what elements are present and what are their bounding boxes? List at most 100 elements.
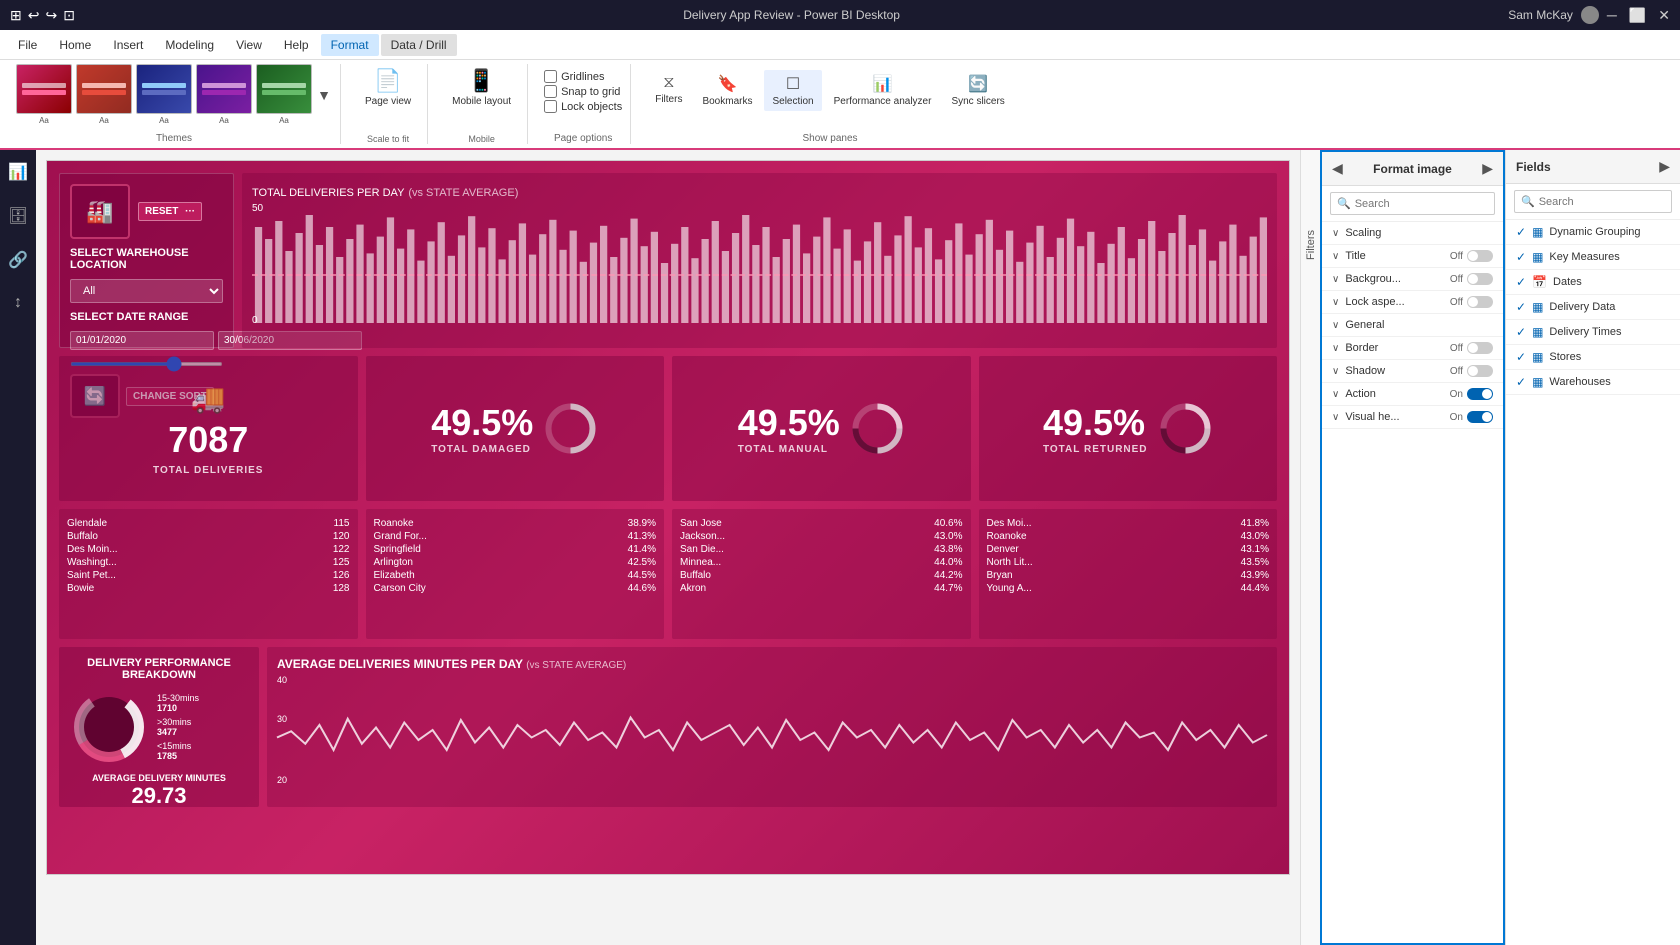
fields-item-warehouses[interactable]: ✓ ▦ Warehouses [1506,370,1680,395]
controls-panel: 🏭 RESET ··· SELECT WAREHOUSE LOCATION [59,173,234,348]
shadow-toggle-track[interactable] [1467,365,1493,377]
theme-more[interactable]: ▼ [316,64,332,125]
close-button[interactable]: ✕ [1658,7,1670,24]
window-controls[interactable]: ─ ⬜ ✕ [1607,7,1670,24]
fields-item-key-measures[interactable]: ✓ ▦ Key Measures [1506,245,1680,270]
page-view-button[interactable]: 📄 Page view [357,64,419,111]
theme-5[interactable]: Aa [256,64,312,125]
format-item-visual-header[interactable]: ∨ Visual he... On [1322,406,1503,429]
stores-label: Stores [1549,351,1581,363]
title-bar-right: Sam McKay ─ ⬜ ✕ [1508,6,1670,24]
stat-label-manual: TOTAL MANUAL [738,444,840,455]
lock-aspect-toggle[interactable]: Off [1450,296,1493,308]
main-area: 📊 🗄 🔗 ↕ 🏭 RE [0,150,1680,945]
restore-button[interactable]: ⬜ [1629,7,1646,24]
fields-item-delivery-data[interactable]: ✓ ▦ Delivery Data [1506,295,1680,320]
format-item-action[interactable]: ∨ Action On [1322,383,1503,406]
menu-help[interactable]: Help [274,34,319,56]
format-item-background[interactable]: ∨ Backgrou... Off [1322,268,1503,291]
background-toggle[interactable]: Off [1450,273,1493,285]
val-saint-pete: 126 [333,570,350,581]
mobile-layout-button[interactable]: 📱 Mobile layout [444,64,519,111]
performance-analyzer-button[interactable]: 📊 Performance analyzer [826,70,940,111]
mobile-section-label: Mobile [468,134,495,144]
visual-header-toggle[interactable]: On [1450,411,1493,423]
reset-button[interactable]: RESET ··· [138,202,202,221]
menu-format[interactable]: Format [321,34,379,56]
lock-objects-checkbox[interactable]: Lock objects [544,100,622,113]
fields-item-dates[interactable]: ✓ 📅 Dates [1506,270,1680,295]
border-toggle-off-label: Off [1450,343,1463,354]
title-toggle-track[interactable] [1467,250,1493,262]
gridlines-input[interactable] [544,70,557,83]
title-chevron-icon: ∨ [1332,251,1339,262]
background-toggle-track[interactable] [1467,273,1493,285]
format-item-shadow[interactable]: ∨ Shadow Off [1322,360,1503,383]
selection-button[interactable]: ☐ Selection [764,70,821,111]
format-panel-forward-button[interactable]: ▶ [1482,160,1493,177]
action-toggle-track[interactable] [1467,388,1493,400]
avg-y-20: 20 [277,775,287,785]
sync-slicers-button[interactable]: 🔄 Sync slicers [943,70,1012,111]
sidebar-arrow-icon[interactable]: ↕ [10,290,26,316]
menu-insert[interactable]: Insert [103,34,153,56]
themes-label: Themes [156,133,192,144]
search-icon: 🔍 [1337,197,1351,210]
filters-icon: ⧖ [663,74,674,92]
theme-2[interactable]: Aa [76,64,132,125]
page-options-checkboxes: Gridlines Snap to grid Lock objects [544,70,622,113]
menu-data-drill[interactable]: Data / Drill [381,34,457,56]
dynamic-grouping-check-icon: ✓ [1516,225,1526,239]
sidebar-data-icon[interactable]: 🗄 [4,202,32,230]
border-toggle[interactable]: Off [1450,342,1493,354]
lock-objects-input[interactable] [544,100,557,113]
action-label: Action [1345,388,1376,400]
theme-1[interactable]: Aa [16,64,72,125]
gridlines-checkbox[interactable]: Gridlines [544,70,622,83]
fields-search-input[interactable] [1539,196,1665,208]
sidebar-model-icon[interactable]: 🔗 [4,246,32,274]
fields-panel-collapse-button[interactable]: ▶ [1659,158,1670,175]
format-panel-back-button[interactable]: ◀ [1332,160,1343,177]
warehouse-select[interactable]: All [70,279,223,303]
menu-home[interactable]: Home [49,34,101,56]
bookmarks-button[interactable]: 🔖 Bookmarks [694,70,760,111]
filters-button[interactable]: ⧖ Filters [647,70,690,109]
theme-4[interactable]: Aa [196,64,252,125]
filters-sidebar[interactable]: Filters [1300,150,1320,945]
fields-item-delivery-times[interactable]: ✓ ▦ Delivery Times [1506,320,1680,345]
lock-aspect-toggle-track[interactable] [1467,296,1493,308]
stat-number-manual: 49.5% [738,402,840,444]
list-manual: San Jose40.6% Jackson...43.0% San Die...… [672,509,971,639]
background-toggle-off-label: Off [1450,274,1463,285]
format-item-title[interactable]: ∨ Title Off [1322,245,1503,268]
snap-grid-checkbox[interactable]: Snap to grid [544,85,622,98]
minimize-button[interactable]: ─ [1607,7,1617,24]
menu-file[interactable]: File [8,34,47,56]
title-toggle[interactable]: Off [1450,250,1493,262]
format-item-scaling[interactable]: ∨ Scaling [1322,222,1503,245]
perf-15minus-label: <15mins [157,741,191,751]
sidebar-report-icon[interactable]: 📊 [4,158,32,186]
avg-delivery-val: 29.73 [69,783,249,809]
border-toggle-track[interactable] [1467,342,1493,354]
action-toggle[interactable]: On [1450,388,1493,400]
format-item-border[interactable]: ∨ Border Off [1322,337,1503,360]
format-search-input[interactable] [1355,198,1488,210]
menu-view[interactable]: View [226,34,272,56]
key-measures-check-icon: ✓ [1516,250,1526,264]
theme-3[interactable]: Aa [136,64,192,125]
menu-modeling[interactable]: Modeling [155,34,224,56]
format-item-general[interactable]: ∨ General [1322,314,1503,337]
visual-header-toggle-track[interactable] [1467,411,1493,423]
fields-item-dynamic-grouping[interactable]: ✓ ▦ Dynamic Grouping [1506,220,1680,245]
shadow-toggle[interactable]: Off [1450,365,1493,377]
date-start-input[interactable] [70,331,214,350]
fields-item-stores[interactable]: ✓ ▦ Stores [1506,345,1680,370]
stat-label-returned: TOTAL RETURNED [1043,444,1148,455]
total-deliveries-chart: TOTAL DELIVERIES PER DAY (vs STATE AVERA… [242,173,1277,348]
format-item-lock-aspect[interactable]: ∨ Lock aspe... Off [1322,291,1503,314]
snap-grid-input[interactable] [544,85,557,98]
snap-grid-label: Snap to grid [561,86,620,98]
filters-tab-label[interactable]: Filters [1305,230,1317,260]
